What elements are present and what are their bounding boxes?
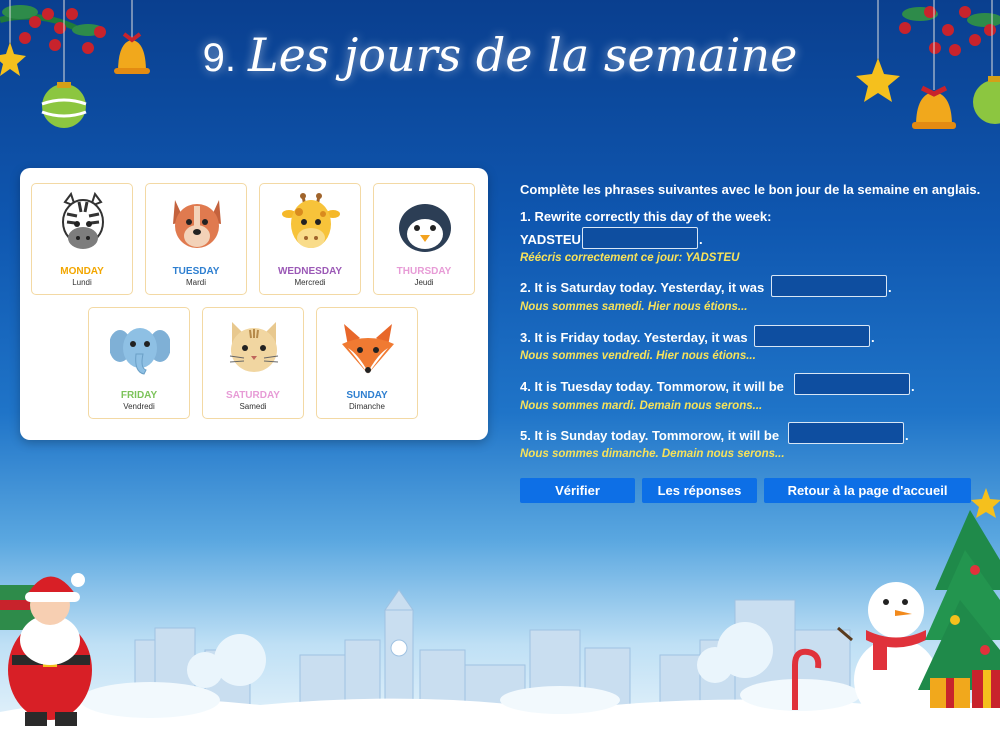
day-name-fr: Dimanche: [348, 402, 385, 411]
question-4-answer-input[interactable]: [794, 373, 910, 395]
day-name-en: SUNDAY: [346, 390, 388, 401]
ornament-right-icon: [973, 80, 1000, 124]
bell-right-icon: [916, 92, 952, 126]
question-2-end-dot: .: [888, 280, 892, 295]
day-name-fr: Jeudi: [414, 278, 434, 287]
question-1-word: YADSTEU: [520, 232, 581, 247]
question-1-end-dot: .: [699, 232, 703, 247]
day-name-en: THURSDAY: [396, 266, 452, 277]
penguin-icon: [399, 204, 451, 252]
instruction-text: Complète les phrases suivantes avec le b…: [520, 182, 981, 197]
lesson-number: 9.: [202, 36, 237, 80]
day-name-en: MONDAY: [60, 266, 104, 277]
tree-star-icon: [971, 488, 1000, 518]
snow-ground: [0, 698, 1000, 750]
day-tile-tuesday: TUESDAY Mardi: [145, 183, 247, 295]
question-1-hint: Réécris correctement ce jour: YADSTEU: [520, 252, 740, 264]
answers-button[interactable]: Les réponses: [642, 478, 757, 503]
day-tile-sunday: SUNDAY Dimanche: [316, 307, 418, 419]
day-tile-friday: FRIDAY Vendredi: [88, 307, 190, 419]
ornament-left-icon: [42, 84, 86, 128]
question-3-answer-input[interactable]: [754, 325, 870, 347]
elephant-icon: [110, 328, 170, 375]
days-of-week-card: MONDAY Lundi TUESDAY Mardi WEDNESDAY Mer…: [20, 168, 488, 440]
day-name-fr: Lundi: [72, 278, 92, 287]
page-title: 9. Les jours de la semaine: [0, 28, 1000, 82]
day-name-fr: Mardi: [185, 278, 206, 287]
day-name-en: WEDNESDAY: [277, 266, 343, 277]
day-name-en: FRIDAY: [120, 390, 158, 401]
snowman-icon: [837, 582, 938, 722]
zebra-icon: [62, 192, 104, 249]
day-tile-saturday: SATURDAY Samedi: [202, 307, 304, 419]
question-2-hint: Nous sommes samedi. Hier nous étions...: [520, 301, 748, 313]
question-4-hint: Nous sommes mardi. Demain nous serons...: [520, 400, 763, 412]
lesson-title: Les jours de la semaine: [248, 28, 798, 82]
christmas-tree-icon: [918, 510, 1000, 708]
question-5-end-dot: .: [905, 428, 909, 443]
dog-icon: [173, 200, 221, 248]
question-1-prompt: 1. Rewrite correctly this day of the wee…: [520, 209, 772, 224]
home-button[interactable]: Retour à la page d'accueil: [764, 478, 971, 503]
day-name-fr: Vendredi: [123, 402, 155, 411]
question-3-prompt: 3. It is Friday today. Yesterday, it was: [520, 330, 748, 345]
day-tile-thursday: THURSDAY Jeudi: [373, 183, 475, 295]
question-4-end-dot: .: [911, 379, 915, 394]
question-3-end-dot: .: [871, 330, 875, 345]
question-5-hint: Nous sommes dimanche. Demain nous serons…: [520, 448, 785, 460]
candy-cane-icon: [792, 648, 822, 710]
question-3-hint: Nous sommes vendredi. Hier nous étions..…: [520, 350, 756, 362]
giraffe-icon: [282, 193, 340, 248]
santa-icon: [0, 573, 92, 726]
question-1-answer-input[interactable]: [582, 227, 698, 249]
day-tile-wednesday: WEDNESDAY Mercredi: [259, 183, 361, 295]
cat-icon: [229, 322, 279, 372]
day-name-fr: Samedi: [239, 402, 267, 411]
day-name-en: SATURDAY: [226, 390, 280, 401]
question-5-prompt: 5. It is Sunday today. Tommorow, it will…: [520, 428, 780, 443]
fox-icon: [342, 324, 394, 374]
question-4-prompt: 4. It is Tuesday today. Tommorow, it wil…: [520, 379, 784, 394]
day-tile-monday: MONDAY Lundi: [31, 183, 133, 295]
question-5-answer-input[interactable]: [788, 422, 904, 444]
question-2-answer-input[interactable]: [771, 275, 887, 297]
verify-button[interactable]: Vérifier: [520, 478, 635, 503]
city-skyline-icon: [134, 589, 851, 714]
day-name-fr: Mercredi: [294, 278, 326, 287]
question-2-prompt: 2. It is Saturday today. Yesterday, it w…: [520, 280, 765, 295]
day-name-en: TUESDAY: [172, 266, 220, 277]
snow-trees-icon: [187, 622, 773, 688]
